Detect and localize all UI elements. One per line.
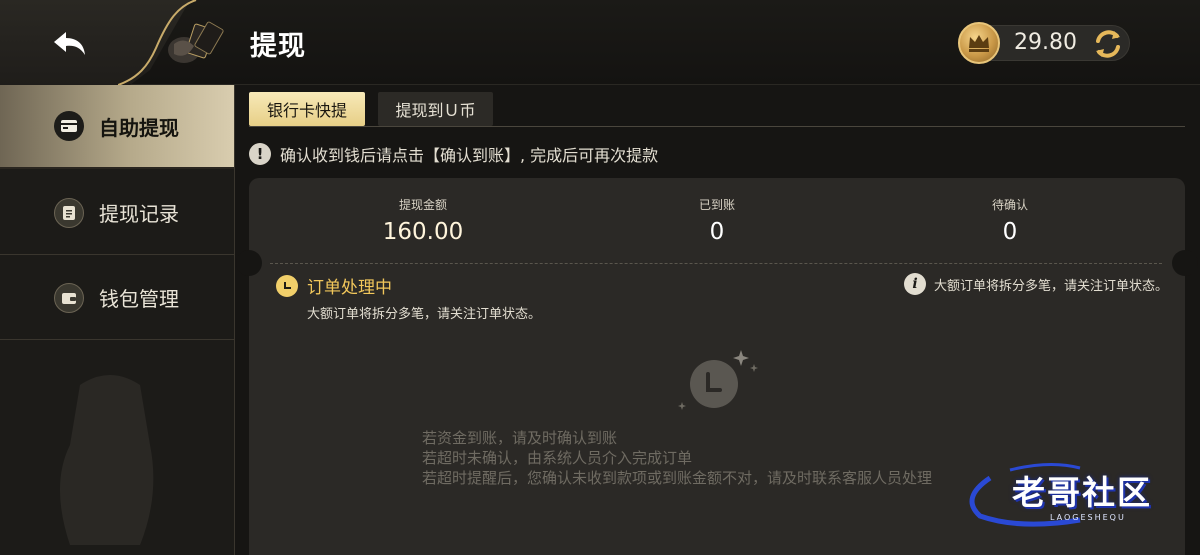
card-notch-right [1172,250,1198,276]
back-arrow-icon [54,32,85,55]
sidebar: 自助提现 提现记录 钱包管理 [0,85,235,555]
order-status-text: 订单处理中 [307,278,392,298]
empty-clock-icon [678,350,758,410]
order-status: 订单处理中 [276,273,392,298]
crown-coin-icon [958,22,1000,64]
tab-withdraw-to-u-coin[interactable]: 提现到Ｕ币 [378,92,493,126]
stat-value: 0 [709,219,725,245]
stat-label: 提现金额 [398,198,447,212]
watermark-text: 老哥社区 [1012,473,1152,512]
hint-line-3: 若超时提醒后，您确认未收到款项或到账金额不对，请及时联系客服人员处理 [422,469,933,487]
tab-bank-card-quick-withdraw[interactable]: 银行卡快提 [249,92,365,126]
confirm-notice: ! 确认收到钱后请点击【确认到账】, 完成后可再次提款 [249,142,658,166]
character-silhouette-decoration [60,375,154,545]
tab-divider [249,126,1185,127]
page-title: 提现 [250,31,306,62]
info-icon: i [903,273,926,295]
hint-line-1: 若资金到账，请及时确认到账 [422,429,618,447]
sidebar-item-label: 钱包管理 [99,287,179,311]
sidebar-item-withdraw-records[interactable]: 提现记录 [0,171,234,255]
card-icon [54,111,84,141]
sidebar-item-label: 提现记录 [99,202,179,226]
order-sub-text: 大额订单将拆分多笔，请关注订单状态。 [307,307,542,322]
stat-label: 待确认 [991,198,1028,212]
stat-value: 160.00 [382,219,464,245]
record-icon [54,197,84,228]
card-notch-left [236,250,262,276]
notice-text: 确认收到钱后请点击【确认到账】, 完成后可再次提款 [280,146,659,165]
refresh-icon[interactable] [1090,26,1126,62]
split-order-tip: i 大额订单将拆分多笔，请关注订单状态。 [903,273,1168,295]
sidebar-item-self-withdraw[interactable]: 自助提现 [0,85,234,169]
stat-withdraw-amount: 提现金额 160.00 [323,196,523,245]
playing-cards-icon [168,21,224,63]
exclamation-icon: ! [249,143,271,165]
hint-line-2: 若超时未确认，由系统人员介入完成订单 [422,449,693,467]
sidebar-item-wallet-management[interactable]: 钱包管理 [0,256,234,340]
stat-label: 已到账 [698,198,735,212]
stat-arrived: 已到账 0 [617,196,817,245]
top-bar: 提现 29.80 [0,0,1200,85]
watermark-subtext: LAOGESHEQU [1050,513,1126,522]
clock-icon [276,274,298,297]
wallet-icon [54,282,84,313]
balance-value: 29.80 [1014,30,1077,55]
dashed-divider [270,263,1162,264]
sidebar-item-label: 自助提现 [99,115,179,140]
stat-pending-confirm: 待确认 0 [910,196,1110,245]
split-tip-text: 大额订单将拆分多笔，请关注订单状态。 [933,278,1168,294]
stat-value: 0 [1002,219,1018,245]
back-button[interactable] [48,24,92,64]
